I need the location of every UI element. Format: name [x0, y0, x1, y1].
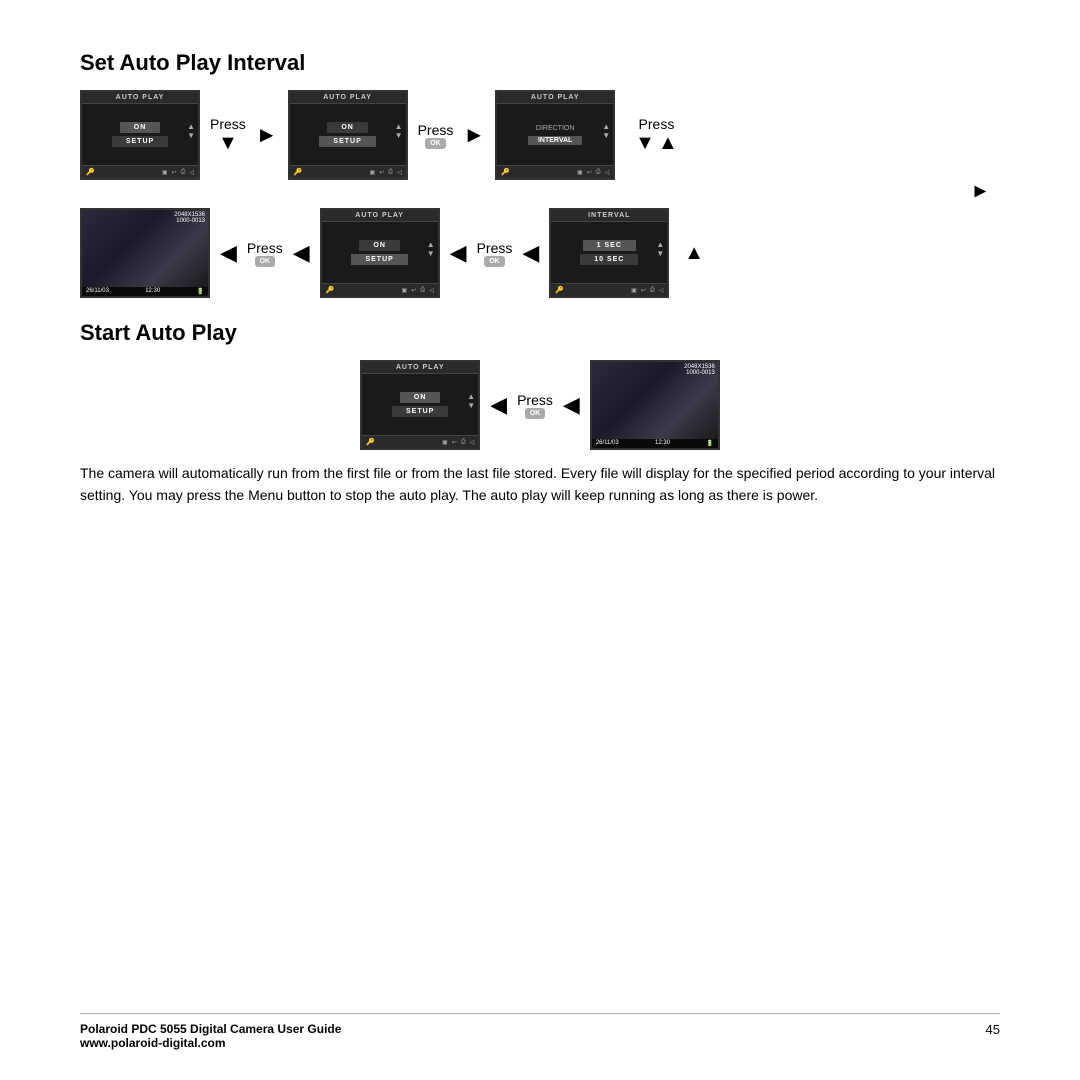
start-arrow-left-2: ◀: [563, 392, 580, 418]
photo-bottom: 26/11/03 12:30 🔋: [82, 287, 208, 296]
screen2-on: ON: [327, 122, 368, 133]
screen2: AUTO PLAY ON SETUP ▲▼ 🔑 ▣ ↩ ⎙ ◁: [288, 90, 408, 180]
screen3-topbar: AUTO PLAY: [497, 92, 613, 104]
interval-item-active: INTERVAL: [528, 136, 582, 145]
screen1-topbar: AUTO PLAY: [82, 92, 198, 104]
start-arrow-left-1: ◀: [490, 392, 507, 418]
section2-title: Start Auto Play: [80, 320, 1000, 346]
press-label-4: Press: [247, 240, 283, 256]
ok-btn-3: OK: [484, 256, 505, 267]
footer-url: www.polaroid-digital.com: [80, 1036, 341, 1050]
footer: Polaroid PDC 5055 Digital Camera User Gu…: [80, 1013, 1000, 1050]
connector2: Press OK: [418, 122, 454, 149]
screen4-on: ON: [359, 240, 400, 251]
step-row-2: ▶ 2048X1536 1000-0013 26/11/03 12:30 🔋 ◀…: [80, 208, 1000, 298]
screen4-topbar: AUTO PLAY: [322, 210, 438, 222]
start-photo-screen: ▶ 2048X1536 1000-0013 26/11/03 12:30 🔋: [590, 360, 720, 450]
section1-title: Set Auto Play Interval: [80, 50, 1000, 76]
press-label-3: Press: [639, 116, 675, 132]
screen1-on: ON: [120, 122, 161, 133]
screen3-block: AUTO PLAY DIRECTION INTERVAL ▲▼ 🔑 ▣ ↩ ⎙ …: [495, 90, 615, 180]
step-row-1: AUTO PLAY ON SETUP ▲▼ 🔑 ▣ ↩ ⎙ ◁: [80, 90, 1000, 180]
arrow-left-4: ◀: [522, 240, 539, 266]
connector4: Press OK: [477, 240, 513, 267]
connector1: Press ▼: [210, 116, 246, 155]
start-screen1: AUTO PLAY ON SETUP ▲▼ 🔑 ▣ ↩ ⎙ ◁: [360, 360, 480, 450]
direction-item: DIRECTION: [536, 125, 575, 132]
photo-id: 1000-0013: [174, 218, 205, 224]
screen5-1sec: 1 SEC: [583, 240, 636, 251]
start-press-label: Press: [517, 392, 553, 408]
screen5: INTERVAL 1 SEC 10 SEC ▲▼ 🔑 ▣ ↩ ⎙ ◁: [549, 208, 669, 298]
start-photo-date: 26/11/03: [596, 440, 619, 447]
start-ok-btn: OK: [525, 408, 546, 419]
press-label-1: Press: [210, 116, 246, 132]
start-screen1-topbar: AUTO PLAY: [362, 362, 478, 374]
ok-btn-2: OK: [255, 256, 276, 267]
down-connector-right: ▲: [80, 180, 1000, 203]
photo-screen: ▶ 2048X1536 1000-0013 26/11/03 12:30 🔋: [80, 208, 210, 298]
screen2-topbar: AUTO PLAY: [290, 92, 406, 104]
footer-page-number: 45: [986, 1022, 1000, 1037]
screen1-block: AUTO PLAY ON SETUP ▲▼ 🔑 ▣ ↩ ⎙ ◁: [80, 90, 200, 180]
right-connector: Press ▼ ▲: [635, 116, 678, 155]
up-arrow-right: ▲: [684, 242, 704, 265]
photo-screen-block: ▶ 2048X1536 1000-0013 26/11/03 12:30 🔋: [80, 208, 210, 298]
arrow-left-3: ◀: [450, 240, 467, 266]
photo-time: 12:30: [145, 288, 160, 295]
screen5-10sec: 10 SEC: [580, 254, 638, 265]
connector3: Press OK: [247, 240, 283, 267]
screen4-setup: SETUP: [351, 254, 407, 265]
screen5-topbar: INTERVAL: [551, 210, 667, 222]
start-screen1-block: AUTO PLAY ON SETUP ▲▼ 🔑 ▣ ↩ ⎙ ◁: [360, 360, 480, 450]
start-screen1-on: ON: [400, 392, 441, 403]
start-photo-id: 1000-0013: [684, 370, 715, 376]
screen1: AUTO PLAY ON SETUP ▲▼ 🔑 ▣ ↩ ⎙ ◁: [80, 90, 200, 180]
start-screen1-setup: SETUP: [392, 406, 448, 417]
start-photo-bottom: 26/11/03 12:30 🔋: [592, 439, 718, 448]
photo-date: 26/11/03: [86, 288, 109, 295]
screen4: AUTO PLAY ON SETUP ▲▼ 🔑 ▣ ↩ ⎙ ◁: [320, 208, 440, 298]
start-autoplay-row: AUTO PLAY ON SETUP ▲▼ 🔑 ▣ ↩ ⎙ ◁ ◀: [80, 360, 1000, 450]
footer-guide-title: Polaroid PDC 5055 Digital Camera User Gu…: [80, 1022, 341, 1036]
start-connector: Press OK: [517, 392, 553, 419]
press-label-2: Press: [418, 122, 454, 138]
arrow-right-1: ►: [256, 122, 278, 148]
screen5-block: INTERVAL 1 SEC 10 SEC ▲▼ 🔑 ▣ ↩ ⎙ ◁: [549, 208, 669, 298]
screen3: AUTO PLAY DIRECTION INTERVAL ▲▼ 🔑 ▣ ↩ ⎙ …: [495, 90, 615, 180]
screen2-block: AUTO PLAY ON SETUP ▲▼ 🔑 ▣ ↩ ⎙ ◁: [288, 90, 408, 180]
screen1-setup: SETUP: [112, 136, 168, 147]
arrow-right-2: ►: [463, 122, 485, 148]
screen2-setup: SETUP: [319, 136, 375, 147]
footer-left: Polaroid PDC 5055 Digital Camera User Gu…: [80, 1022, 341, 1050]
arrow-left-1: ◀: [220, 240, 237, 266]
press-label-5: Press: [477, 240, 513, 256]
start-photo-block: ▶ 2048X1536 1000-0013 26/11/03 12:30 🔋: [590, 360, 720, 450]
screen4-block: AUTO PLAY ON SETUP ▲▼ 🔑 ▣ ↩ ⎙ ◁: [320, 208, 440, 298]
arrow-left-2: ◀: [293, 240, 310, 266]
ok-btn-1: OK: [425, 138, 446, 149]
description-text: The camera will automatically run from t…: [80, 462, 1000, 507]
start-photo-time: 12:30: [655, 440, 670, 447]
